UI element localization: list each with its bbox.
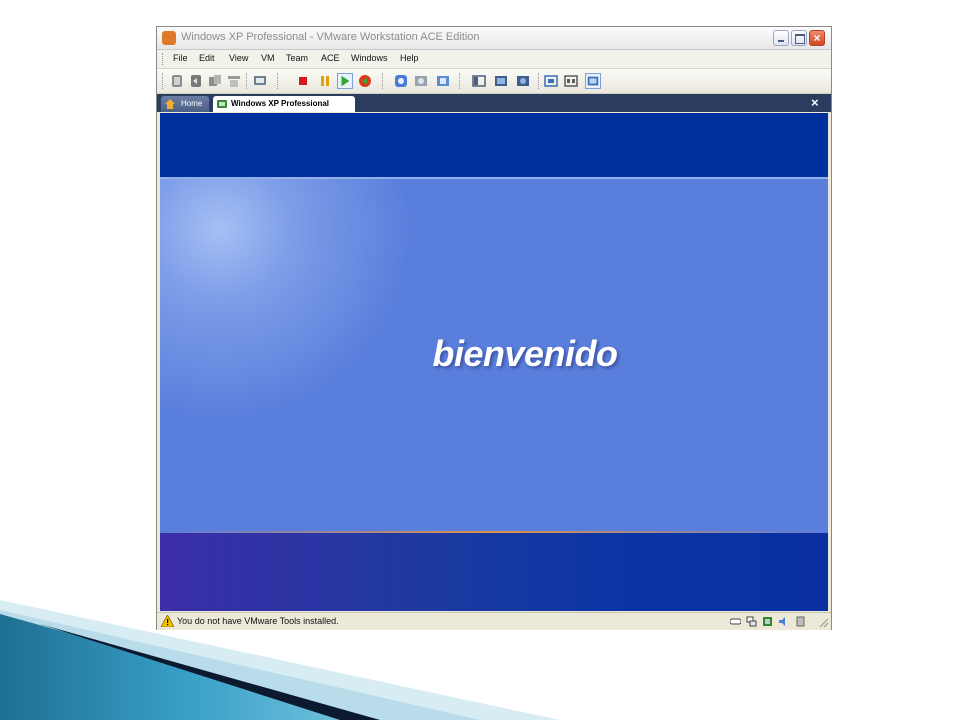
window-title: Windows XP Professional - VMware Worksta…: [181, 31, 480, 43]
sound-icon[interactable]: [778, 616, 789, 627]
record-icon[interactable]: [393, 73, 409, 89]
toolbar-separator: [538, 73, 540, 89]
floppy-icon[interactable]: [795, 616, 806, 627]
toolbar-grip: [162, 73, 164, 89]
usb-icon[interactable]: [762, 616, 773, 627]
unity-icon[interactable]: [515, 73, 531, 89]
menu-view[interactable]: View: [229, 53, 248, 63]
warning-icon: [161, 615, 174, 627]
resize-grip-icon[interactable]: [817, 616, 829, 628]
menu-help[interactable]: Help: [400, 53, 419, 63]
home-icon: [165, 99, 175, 109]
maximize-button[interactable]: [791, 30, 807, 46]
pause-icon[interactable]: [317, 73, 333, 89]
toolbar-separator: [459, 73, 461, 89]
summary-view-icon[interactable]: [563, 73, 579, 89]
tab-bar: Home Windows XP Professional ×: [157, 94, 831, 112]
vm-screen[interactable]: bienvenido: [160, 113, 828, 611]
snapshot-manager-icon[interactable]: [207, 73, 223, 89]
screen-bottom-band: [160, 533, 828, 611]
welcome-text: bienvenido: [432, 333, 618, 374]
full-screen-icon[interactable]: [493, 73, 509, 89]
menu-bar: File Edit View VM Team ACE Windows Help: [157, 50, 831, 69]
network-icon[interactable]: [746, 616, 757, 627]
tab-home-label: Home: [181, 99, 203, 108]
status-message: You do not have VMware Tools installed.: [177, 616, 339, 626]
team-icon[interactable]: [226, 73, 242, 89]
tab-windows-xp[interactable]: Windows XP Professional: [213, 96, 355, 112]
revert-snapshot-icon[interactable]: [188, 73, 204, 89]
toolbar-separator: [277, 73, 279, 89]
screen-top-band: [160, 113, 828, 177]
minimize-icon: [778, 40, 784, 42]
vm-settings-icon[interactable]: [252, 73, 268, 89]
menu-file[interactable]: File: [173, 53, 188, 63]
vm-tab-icon: [217, 100, 227, 108]
close-button[interactable]: ×: [809, 30, 825, 46]
hard-disk-icon[interactable]: [730, 616, 741, 627]
replay-icon[interactable]: [435, 73, 451, 89]
toolbar-separator: [382, 73, 384, 89]
minimize-button[interactable]: [773, 30, 789, 46]
menu-ace[interactable]: ACE: [321, 53, 340, 63]
play-icon[interactable]: [337, 73, 353, 89]
close-tab-icon[interactable]: ×: [811, 95, 819, 110]
menu-windows[interactable]: Windows: [351, 53, 388, 63]
tab-vm-label: Windows XP Professional: [231, 99, 330, 108]
vmware-window: Windows XP Professional - VMware Worksta…: [156, 26, 832, 630]
console-view-icon[interactable]: [543, 73, 559, 89]
stop-icon[interactable]: [295, 73, 311, 89]
capture-icon[interactable]: [413, 73, 429, 89]
menu-team[interactable]: Team: [286, 53, 308, 63]
vmware-app-icon: [162, 31, 176, 45]
reset-icon[interactable]: [357, 73, 373, 89]
menu-grip: [162, 53, 165, 65]
toolbar-separator: [246, 73, 248, 89]
appliance-view-icon[interactable]: [585, 73, 601, 89]
close-icon: ×: [813, 31, 821, 45]
title-bar[interactable]: Windows XP Professional - VMware Worksta…: [157, 27, 831, 50]
menu-edit[interactable]: Edit: [199, 53, 215, 63]
tab-home[interactable]: Home: [161, 96, 209, 112]
toolbar: [157, 69, 831, 94]
status-bar: You do not have VMware Tools installed.: [157, 612, 831, 630]
menu-vm[interactable]: VM: [261, 53, 275, 63]
maximize-icon: [795, 34, 805, 44]
snapshot-icon[interactable]: [169, 73, 185, 89]
quick-switch-icon[interactable]: [471, 73, 487, 89]
